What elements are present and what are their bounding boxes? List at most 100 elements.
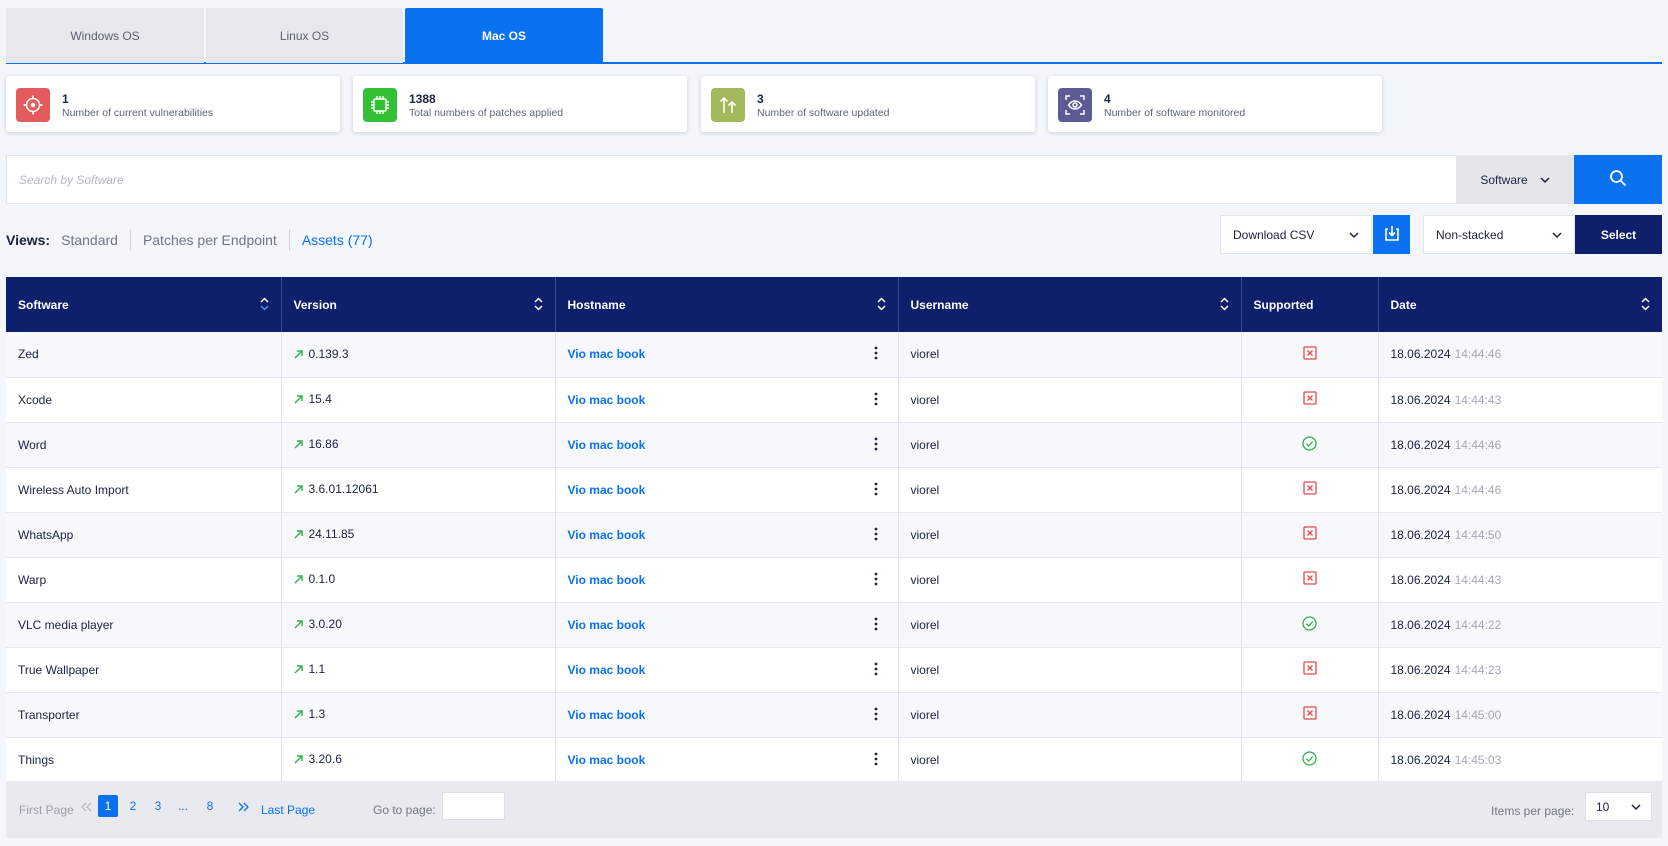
version-value: 1.1 [308,662,326,676]
stacking-dropdown[interactable]: Non-stacked [1423,215,1575,254]
hostname-link[interactable]: Vio mac book [568,708,646,722]
more-options-icon[interactable] [874,752,878,769]
version-value: 0.139.3 [308,346,349,361]
cell-software: Word [6,422,282,468]
sort-icon [1219,297,1229,314]
hostname-link[interactable]: Vio mac book [568,483,646,497]
cell-supported [1241,467,1379,513]
hostname-link[interactable]: Vio mac book [568,663,646,677]
page-number[interactable]: 3 [148,795,168,817]
cell-software: Warp [6,557,282,603]
page-number[interactable]: 8 [200,795,220,817]
column-header-username[interactable]: Username [898,277,1242,332]
more-options-icon[interactable] [874,392,878,409]
cell-supported [1241,332,1379,378]
hostname-link[interactable]: Vio mac book [568,438,646,452]
hostname-link[interactable]: Vio mac book [568,618,646,632]
eye-scan-icon [1058,88,1092,122]
tab-linux-os[interactable]: Linux OS [206,8,403,63]
last-page-link[interactable]: Last Page [261,803,315,817]
go-to-page-input[interactable] [442,792,505,820]
tab-mac-os[interactable]: Mac OS [405,8,603,63]
items-per-page-dropdown[interactable]: 10 [1585,792,1652,821]
tab-windows-os[interactable]: Windows OS [6,8,204,63]
column-header-version[interactable]: Version [281,277,556,332]
x-square-icon [1302,706,1317,723]
cell-version: 0.1.0 [281,557,556,603]
cell-hostname: Vio mac book [555,647,899,693]
hostname-link[interactable]: Vio mac book [568,573,646,587]
cell-username: viorel [898,332,1242,378]
view-assets[interactable]: Assets (77) [290,229,385,251]
search-button[interactable] [1574,155,1662,204]
download-csv-dropdown[interactable]: Download CSV [1220,215,1372,254]
cell-hostname: Vio mac book [555,692,899,738]
arrow-up-right-icon [294,348,303,362]
page-number[interactable]: 1 [98,795,118,817]
pagination: First Page 1 2 3 ... 8 Last Page Go to p… [6,781,1662,838]
items-per-page-value: 10 [1596,799,1610,814]
stat-value: 3 [757,92,764,106]
arrow-up-right-icon [294,528,303,542]
view-patches-per-endpoint[interactable]: Patches per Endpoint [131,229,290,251]
cell-software: Zed [6,332,282,378]
date-value: 18.06.2024 [1390,482,1451,497]
column-header-hostname[interactable]: Hostname [555,277,899,332]
page-number[interactable]: 2 [123,795,143,817]
more-options-icon[interactable] [874,482,878,499]
date-value: 18.06.2024 [1390,572,1451,587]
version-value: 24.11.85 [308,527,355,541]
stat-label: Number of software updated [757,107,890,119]
cell-version: 3.20.6 [281,737,556,783]
cell-supported [1241,377,1379,423]
arrow-up-right-icon [294,753,303,767]
chevron-down-icon [1631,800,1641,814]
cell-hostname: Vio mac book [555,377,899,423]
more-options-icon[interactable] [874,437,878,454]
sort-icon [259,297,269,314]
cell-hostname: Vio mac book [555,602,899,648]
more-options-icon[interactable] [874,617,878,634]
chevron-down-icon [1552,228,1562,242]
cell-date: 18.06.2024 14:45:00 [1378,692,1662,738]
download-csv-button[interactable] [1373,215,1410,254]
more-options-icon[interactable] [874,707,878,724]
more-options-icon[interactable] [874,527,878,544]
hostname-link[interactable]: Vio mac book [568,347,646,361]
check-circle-icon [1302,750,1317,769]
hostname-link[interactable]: Vio mac book [568,753,646,767]
search-filter-label: Software [1480,172,1528,187]
table-row: Things 3.20.6 Vio mac book viorel 18.06.2024… [6,737,1662,783]
table-row: Transporter 1.3 Vio mac book viorel 18.06.20… [6,692,1662,738]
select-button[interactable]: Select [1575,215,1662,254]
search-filter-dropdown[interactable]: Software [1456,155,1574,204]
column-header-software[interactable]: Software [6,277,282,332]
cell-username: viorel [898,692,1242,738]
more-options-icon[interactable] [874,662,878,679]
search-input[interactable] [6,155,1456,204]
os-tabs: Windows OS Linux OS Mac OS [6,8,1662,64]
table-header-row: Software Version Hostname Username Suppo… [6,277,1662,332]
hostname-link[interactable]: Vio mac book [568,393,646,407]
more-options-icon[interactable] [874,572,878,589]
cell-version: 0.139.3 [281,332,556,378]
column-header-date[interactable]: Date [1378,277,1662,332]
time-value: 14:44:22 [1454,617,1502,632]
double-chevron-left-icon[interactable] [81,801,93,815]
version-value: 15.4 [308,392,332,406]
cell-date: 18.06.2024 14:44:50 [1378,512,1662,558]
cell-date: 18.06.2024 14:44:46 [1378,467,1662,513]
first-page-link[interactable]: First Page [19,803,74,817]
more-options-icon[interactable] [874,346,878,363]
check-circle-icon [1302,435,1317,454]
double-chevron-right-icon[interactable] [238,801,250,815]
cell-hostname: Vio mac book [555,422,899,468]
column-header-supported: Supported [1241,277,1379,332]
items-per-page-label: Items per page: [1491,804,1575,818]
cell-supported [1241,422,1379,468]
hostname-link[interactable]: Vio mac book [568,528,646,542]
version-value: 1.3 [308,707,326,721]
view-standard[interactable]: Standard [61,229,131,251]
chevron-down-icon [1349,228,1359,242]
sort-icon [533,297,543,314]
